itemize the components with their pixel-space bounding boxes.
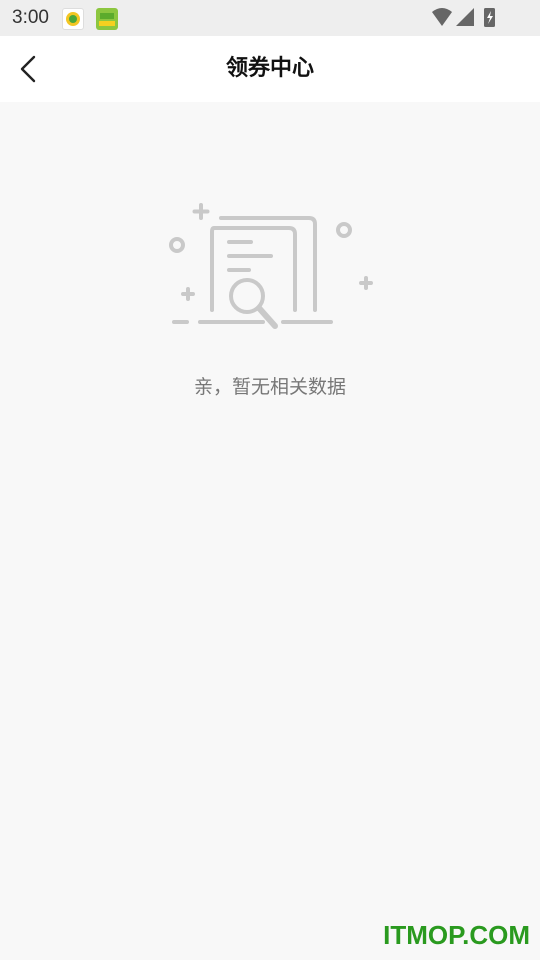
empty-message: 亲，暂无相关数据 (193, 376, 346, 398)
signal-icon (456, 8, 474, 26)
app-notification-icon (62, 8, 84, 30)
status-bar: 3:00 (0, 0, 540, 36)
app-notification-icon-2 (96, 8, 118, 30)
document-search-icon (169, 203, 373, 329)
status-time: 3:00 (12, 7, 49, 28)
watermark: ITMOP.COM (383, 920, 530, 950)
system-status-icons (432, 8, 495, 27)
wifi-icon (432, 8, 452, 26)
header: 领券中心 (0, 36, 540, 102)
page-title: 领券中心 (225, 56, 314, 81)
